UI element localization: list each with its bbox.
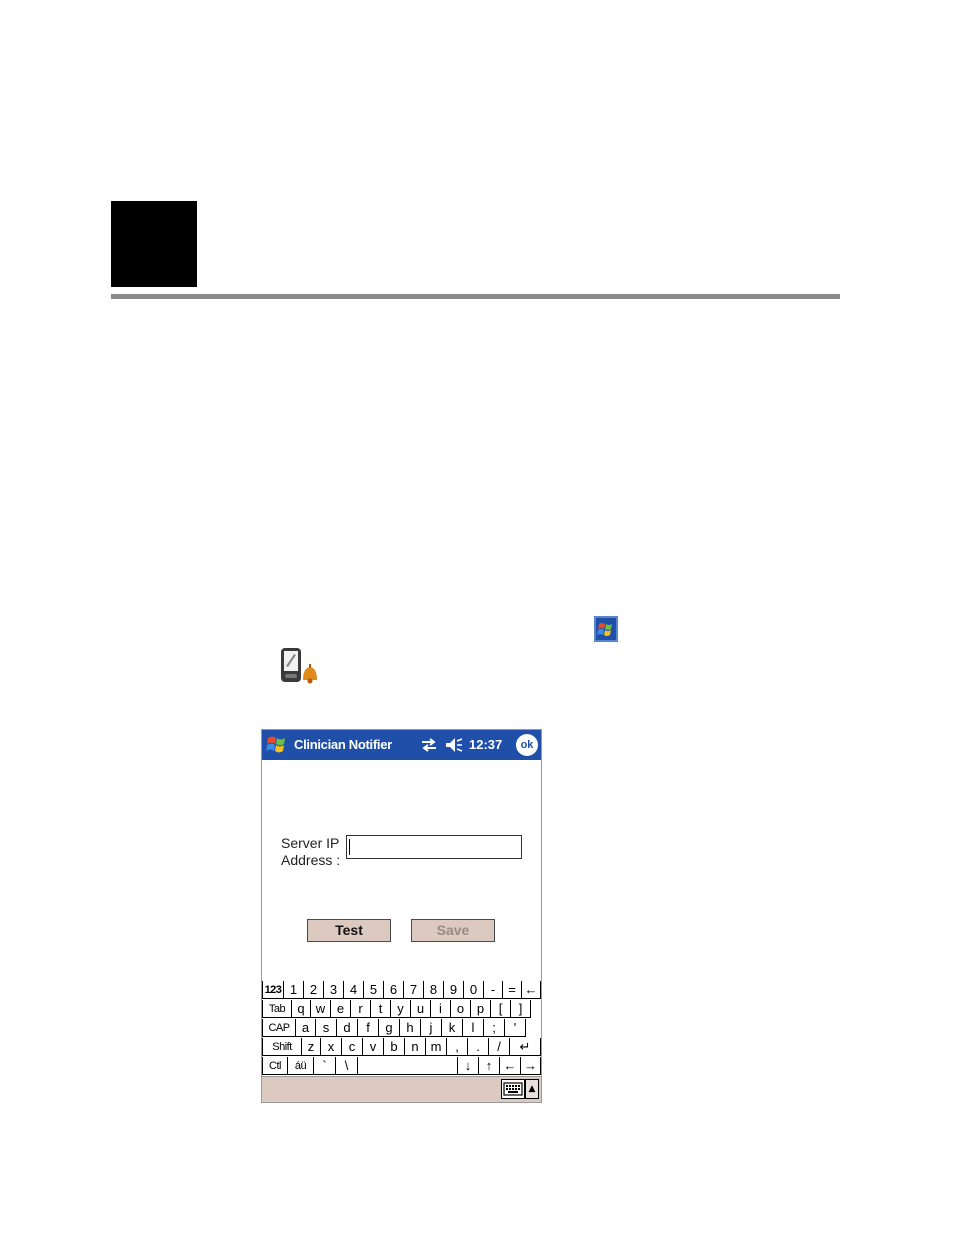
key-f[interactable]: f: [358, 1019, 379, 1037]
keyboard-icon: [503, 1082, 523, 1096]
key-3[interactable]: 3: [324, 981, 344, 999]
key-4[interactable]: 4: [344, 981, 364, 999]
key-period[interactable]: .: [468, 1038, 489, 1056]
backspace-key[interactable]: ←: [522, 981, 541, 999]
clinician-notifier-app-icon: [281, 648, 317, 684]
key-o[interactable]: o: [451, 1000, 471, 1018]
key-a[interactable]: a: [296, 1019, 316, 1037]
key-t[interactable]: t: [371, 1000, 391, 1018]
key-7[interactable]: 7: [404, 981, 424, 999]
key-2[interactable]: 2: [304, 981, 324, 999]
key-comma[interactable]: ,: [447, 1038, 468, 1056]
keyboard-row-3: CAP a s d f g h j k l ; ': [262, 1019, 541, 1038]
key-0[interactable]: 0: [464, 981, 484, 999]
key-minus[interactable]: -: [484, 981, 503, 999]
right-arrow-key[interactable]: →: [521, 1057, 541, 1075]
key-q[interactable]: q: [292, 1000, 311, 1018]
left-arrow-key[interactable]: ←: [500, 1057, 521, 1075]
save-button[interactable]: Save: [411, 919, 495, 942]
device-screen: Clinician Notifier 12:37 ok Server IP Ad…: [261, 729, 542, 1103]
key-m[interactable]: m: [426, 1038, 447, 1056]
key-v[interactable]: v: [363, 1038, 384, 1056]
key-x[interactable]: x: [321, 1038, 342, 1056]
key-l[interactable]: l: [463, 1019, 484, 1037]
key-ctrl[interactable]: Ctl: [262, 1057, 288, 1075]
key-r[interactable]: r: [351, 1000, 371, 1018]
text-cursor: [349, 839, 350, 855]
key-g[interactable]: g: [379, 1019, 400, 1037]
key-n[interactable]: n: [405, 1038, 426, 1056]
key-1[interactable]: 1: [284, 981, 304, 999]
key-tab[interactable]: Tab: [262, 1000, 292, 1018]
connectivity-icon[interactable]: [420, 736, 438, 754]
key-u[interactable]: u: [411, 1000, 431, 1018]
key-right-bracket[interactable]: ]: [511, 1000, 531, 1018]
up-arrow-key[interactable]: ↑: [479, 1057, 500, 1075]
key-backslash[interactable]: \: [336, 1057, 358, 1075]
keyboard-row-1: 123 1 2 3 4 5 6 7 8 9 0 - = ←: [262, 981, 541, 1000]
input-panel-button[interactable]: [501, 1079, 525, 1099]
server-ip-label: Server IP: [281, 835, 340, 851]
speaker-icon[interactable]: [444, 735, 464, 755]
ok-button[interactable]: ok: [516, 734, 538, 756]
server-ip-label-line2: Address :: [281, 852, 341, 868]
key-c[interactable]: c: [342, 1038, 363, 1056]
key-e[interactable]: e: [331, 1000, 351, 1018]
key-semicolon[interactable]: ;: [484, 1019, 505, 1037]
chapter-number-block: [111, 201, 197, 287]
key-quote[interactable]: ': [505, 1019, 526, 1037]
enter-key[interactable]: ↵: [510, 1038, 541, 1056]
key-y[interactable]: y: [391, 1000, 411, 1018]
key-k[interactable]: k: [442, 1019, 463, 1037]
space-bar[interactable]: [358, 1057, 458, 1075]
key-s[interactable]: s: [316, 1019, 337, 1037]
key-shift[interactable]: Shift: [262, 1038, 302, 1056]
key-slash[interactable]: /: [489, 1038, 510, 1056]
test-button[interactable]: Test: [307, 919, 391, 942]
key-z[interactable]: z: [302, 1038, 321, 1056]
menu-bar: ▲: [262, 1076, 541, 1102]
keyboard-row-5: Ctl áü ` \ ↓ ↑ ← →: [262, 1057, 541, 1076]
key-6[interactable]: 6: [384, 981, 404, 999]
key-caps[interactable]: CAP: [262, 1019, 296, 1037]
chapter-divider: [111, 294, 840, 299]
keyboard-row-4: Shift z x c v b n m , . / ↵: [262, 1038, 541, 1057]
key-8[interactable]: 8: [424, 981, 444, 999]
soft-keyboard: 123 1 2 3 4 5 6 7 8 9 0 - = ← Tab q w e …: [262, 981, 541, 1076]
key-b[interactable]: b: [384, 1038, 405, 1056]
key-j[interactable]: j: [421, 1019, 442, 1037]
input-panel-arrow-icon[interactable]: ▲: [525, 1079, 539, 1099]
key-i[interactable]: i: [431, 1000, 451, 1018]
key-left-bracket[interactable]: [: [491, 1000, 511, 1018]
clock[interactable]: 12:37: [469, 737, 502, 752]
key-d[interactable]: d: [337, 1019, 358, 1037]
key-p[interactable]: p: [471, 1000, 491, 1018]
down-arrow-key[interactable]: ↓: [458, 1057, 479, 1075]
key-5[interactable]: 5: [364, 981, 384, 999]
key-123[interactable]: 123: [262, 981, 284, 999]
windows-start-icon: [594, 616, 618, 642]
key-backtick[interactable]: `: [314, 1057, 336, 1075]
title-bar: Clinician Notifier 12:37 ok: [262, 730, 541, 760]
start-menu-icon[interactable]: [263, 732, 290, 758]
key-equals[interactable]: =: [503, 981, 522, 999]
key-9[interactable]: 9: [444, 981, 464, 999]
window-title: Clinician Notifier: [294, 737, 392, 752]
key-w[interactable]: w: [311, 1000, 331, 1018]
key-accents[interactable]: áü: [288, 1057, 314, 1075]
keyboard-row-2: Tab q w e r t y u i o p [ ]: [262, 1000, 541, 1019]
key-h[interactable]: h: [400, 1019, 421, 1037]
server-ip-input[interactable]: [346, 835, 522, 859]
